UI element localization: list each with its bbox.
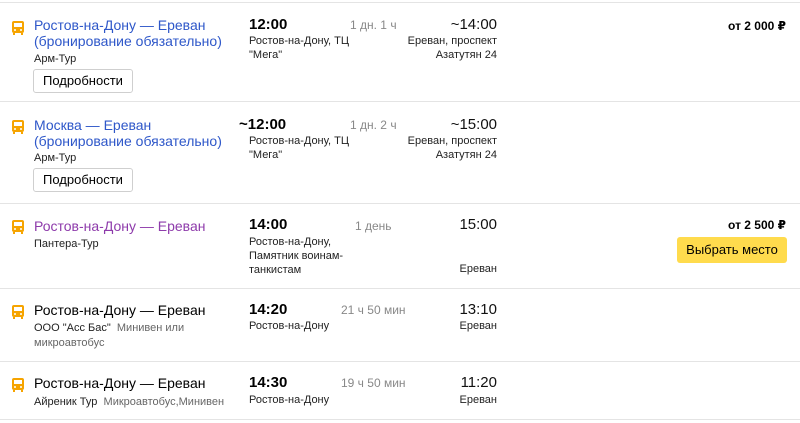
departure-place: Ростов-на-Дону, ТЦ "Мега" <box>249 35 349 61</box>
carrier-info: Айреник Тур Микроавтобус,Минивен <box>34 395 244 410</box>
route-link[interactable]: Москва — Ереван (бронирование обязательн… <box>34 117 239 149</box>
trip-duration: 1 дн. 2 ч <box>350 118 397 132</box>
carrier-name: ООО "Асс Бас" <box>34 322 111 334</box>
select-seat-button[interactable]: Выбрать место <box>677 237 787 263</box>
bus-icon <box>12 305 24 319</box>
trip-duration: 19 ч 50 мин <box>341 376 406 390</box>
bus-icon <box>12 21 24 35</box>
price: от 2 000 ₽ <box>728 19 786 33</box>
carrier-info: ООО "Асс Бас" Минивен или микроавтобус <box>34 321 204 351</box>
route-link[interactable]: Ростов-на-Дону — Ереван (бронирование об… <box>34 17 239 49</box>
trip-row: Ростов-на-Дону — Ереван Айреник Тур Микр… <box>0 362 800 420</box>
departure-place: Ростов-на-Дону, ТЦ "Мега" <box>249 135 349 161</box>
arrival-time: 15:00 <box>459 216 497 233</box>
bus-icon <box>12 120 24 134</box>
trip-row: Москва — Ереван (бронирование обязательн… <box>0 102 800 204</box>
departure-time: 14:20 <box>249 301 288 318</box>
details-button[interactable]: Подробности <box>33 69 133 93</box>
arrival-place: Ереван, проспект Азатутян 24 <box>407 35 497 61</box>
departure-time: ~12:00 <box>239 116 287 133</box>
carrier-name: Пантера-Тур <box>34 238 99 250</box>
departure-time: 12:00 <box>249 16 288 33</box>
bus-icon <box>12 378 24 392</box>
route-link[interactable]: Ростов-на-Дону — Ереван <box>34 302 239 318</box>
arrival-time: ~14:00 <box>450 16 497 33</box>
departure-place: Ростов-на-Дону, Памятник воинам-танкиста… <box>249 236 344 276</box>
vehicle-type: Микроавтобус,Минивен <box>103 396 225 408</box>
arrival-place: Ереван, проспект Азатутян 24 <box>407 135 497 161</box>
departure-place: Ростов-на-Дону <box>249 320 330 332</box>
carrier-name: Айреник Тур <box>34 396 98 408</box>
trip-row: Ростов-на-Дону — Ереван Пантера-Тур 14:0… <box>0 204 800 289</box>
arrival-place: Ереван <box>459 263 498 275</box>
departure-time: 14:00 <box>249 216 288 233</box>
arrival-time: 13:10 <box>459 301 497 318</box>
trip-row: Ростов-на-Дону — Ереван (бронирование об… <box>0 2 800 102</box>
trip-duration: 1 дн. 1 ч <box>350 18 397 32</box>
departure-place: Ростов-на-Дону <box>249 394 330 406</box>
price: от 2 500 ₽ <box>728 218 786 232</box>
trip-row: Ростов-на-Дону — Ереван ООО "Асс Бас" Ми… <box>0 289 800 362</box>
details-button[interactable]: Подробности <box>33 168 133 192</box>
arrival-place: Ереван <box>459 320 498 332</box>
arrival-time: 11:20 <box>460 374 497 391</box>
trip-duration: 21 ч 50 мин <box>341 303 406 317</box>
carrier-name: Арм-Тур <box>34 152 77 164</box>
route-link[interactable]: Ростов-на-Дону — Ереван <box>34 375 239 391</box>
trip-duration: 1 день <box>355 219 392 233</box>
trip-results-list: Ростов-на-Дону — Ереван (бронирование об… <box>0 0 800 423</box>
bus-icon <box>12 220 24 234</box>
carrier-name: Арм-Тур <box>34 53 77 65</box>
arrival-place: Ереван <box>459 394 498 406</box>
arrival-time: ~15:00 <box>450 116 497 133</box>
route-link[interactable]: Ростов-на-Дону — Ереван <box>34 218 239 234</box>
departure-time: 14:30 <box>249 374 288 391</box>
